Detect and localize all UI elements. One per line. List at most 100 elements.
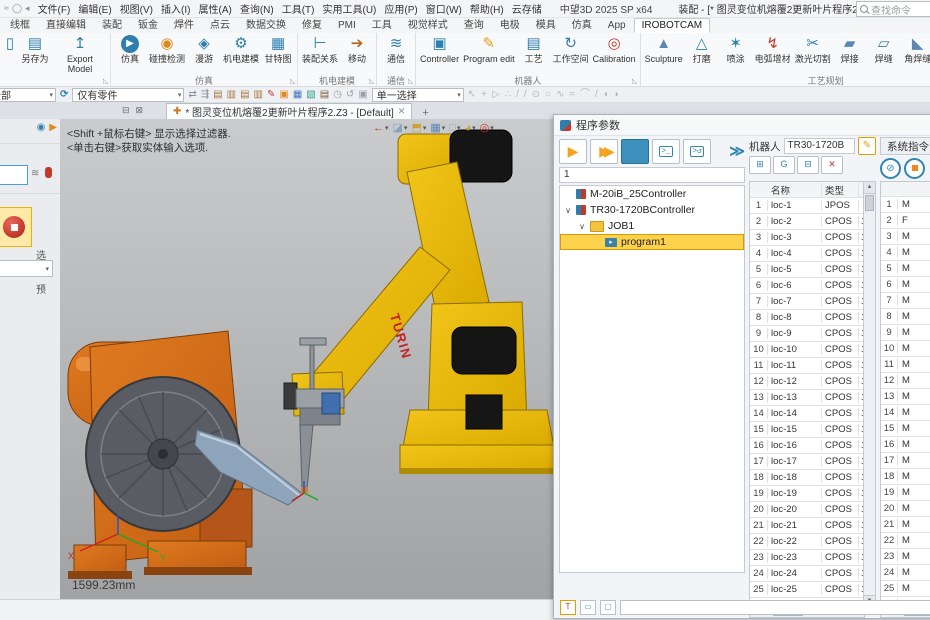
ribbon-tab-IROBOTCAM[interactable]: IROBOTCAM — [634, 18, 711, 33]
ribbon-button-Program edit[interactable]: ✎Program edit — [461, 34, 517, 64]
selection-mode-combobox[interactable]: 单一选择▾ — [372, 88, 464, 102]
table-row[interactable]: 17M — [881, 453, 930, 469]
scope-combobox[interactable]: 全部▾ — [0, 88, 56, 102]
table-row[interactable]: 24loc-24CPOS1 — [750, 566, 864, 582]
table-row[interactable]: 15M — [881, 421, 930, 437]
table-row[interactable]: 7loc-7CPOS1 — [750, 294, 864, 310]
close-pane-icon[interactable]: ⊠ — [136, 105, 144, 116]
table-row[interactable]: 11M — [881, 357, 930, 373]
dialog-launcher-icon[interactable]: ◿ — [632, 77, 637, 85]
play-button[interactable]: ▶ — [559, 139, 587, 164]
table-row[interactable]: 3loc-3CPOS1 — [750, 230, 864, 246]
tree-item-TR30-1720BController[interactable]: ∨TR30-1720BController — [560, 202, 744, 218]
teach-pendant-icon[interactable]: T — [560, 600, 576, 615]
add-group-button[interactable]: G — [773, 156, 795, 174]
ribbon-button-喷涂[interactable]: ✶喷涂 — [719, 34, 753, 64]
filter-icon[interactable]: ≋ — [31, 168, 39, 179]
customize-icon[interactable]: ≈ — [4, 3, 9, 14]
target-icon[interactable]: ◎▾ — [479, 121, 495, 134]
terminal-loop-button[interactable]: >↺ — [683, 139, 711, 164]
collapse-icon[interactable]: ◂ — [25, 3, 30, 14]
ribbon-tab-工具[interactable]: 工具 — [364, 14, 400, 33]
ribbon-tab-模具[interactable]: 模具 — [528, 14, 564, 33]
ribbon-button-角焊缝[interactable]: ◣角焊缝 — [901, 34, 930, 64]
document-tab[interactable]: ✚ * 图灵变位机熔覆2更新叶片程序2.Z3 - [Default] ✕ — [166, 103, 412, 119]
table-row[interactable]: 13loc-13CPOS1 — [750, 390, 864, 406]
pin-icon[interactable]: ▶ — [49, 122, 57, 133]
close-tab-icon[interactable]: ✕ — [398, 106, 406, 117]
table-row[interactable]: 5M — [881, 261, 930, 277]
command-search-input[interactable]: 查找命令 — [856, 1, 930, 17]
dialog-launcher-icon[interactable]: ◿ — [290, 77, 295, 85]
layer-icon-4[interactable]: ▥ — [253, 88, 264, 101]
table-row[interactable]: 8loc-8CPOS1 — [750, 310, 864, 326]
tree-item-program1[interactable]: ▸program1 — [560, 234, 744, 250]
brush-icon[interactable]: ✎ — [266, 88, 276, 101]
ribbon-tab-焊件[interactable]: 焊件 — [166, 14, 202, 33]
caret-down-icon[interactable]: ∨ — [578, 222, 586, 231]
book-icon[interactable]: ▤ — [319, 88, 330, 101]
ribbon-button-机电建模[interactable]: ⚙机电建模 — [221, 34, 261, 64]
add-move-button[interactable]: ⊟ — [797, 156, 819, 174]
window-icon[interactable]: ▢ — [600, 600, 616, 615]
table-row[interactable]: 4loc-4CPOS1 — [750, 246, 864, 262]
ribbon-button-焊缝[interactable]: ▱焊缝 — [867, 34, 901, 64]
table-row[interactable]: 1loc-1JPOS — [750, 198, 864, 214]
table-row[interactable]: 6M — [881, 277, 930, 293]
ribbon-tab-点云[interactable]: 点云 — [202, 14, 238, 33]
add-location-button[interactable]: ⊞ — [749, 156, 771, 174]
table-row[interactable]: 2F — [881, 213, 930, 229]
scroll-thumb[interactable] — [865, 195, 874, 211]
table-row[interactable]: 22loc-22CPOS1 — [750, 534, 864, 550]
tree-item-M-20iB_25Controller[interactable]: M-20iB_25Controller — [560, 186, 744, 202]
table-row[interactable]: 25loc-25CPOS1 — [750, 582, 864, 598]
ribbon-button-焊接[interactable]: ▰焊接 — [833, 34, 867, 64]
ribbon-button-电弧增材[interactable]: ↯电弧增材 — [753, 34, 793, 64]
ribbon-tab-修复[interactable]: 修复 — [294, 14, 330, 33]
table-row[interactable]: 12M — [881, 373, 930, 389]
new-tab-button[interactable]: + — [418, 107, 432, 119]
table-row[interactable]: 21M — [881, 517, 930, 533]
delete-location-button[interactable]: ✕ — [821, 156, 843, 174]
table-row[interactable]: 22M — [881, 533, 930, 549]
ribbon-tab-钣金[interactable]: 钣金 — [130, 14, 166, 33]
ribbon-tab-查询[interactable]: 查询 — [456, 14, 492, 33]
wireframe-cube-icon[interactable]: ▦▾ — [429, 121, 446, 134]
table-row[interactable]: 13M — [881, 389, 930, 405]
record-button[interactable] — [3, 216, 25, 238]
table-row[interactable]: 21loc-21CPOS1 — [750, 518, 864, 534]
table-row[interactable]: 6loc-6CPOS1 — [750, 278, 864, 294]
ribbon-tab-视觉样式[interactable]: 视觉样式 — [400, 14, 456, 33]
locations-vscrollbar[interactable]: ▲ ▼ — [863, 181, 876, 608]
caret-down-icon[interactable]: ∨ — [564, 206, 572, 215]
ribbon-tab-仿真[interactable]: 仿真 — [564, 14, 600, 33]
table-row[interactable]: 14loc-14CPOS1 — [750, 406, 864, 422]
appearance-icon[interactable]: ◕▾ — [463, 122, 476, 134]
folder-icon[interactable]: ▣ — [278, 88, 289, 101]
table-row[interactable]: 9loc-9CPOS1 — [750, 326, 864, 342]
ribbon-button-通信[interactable]: ≋通信 — [379, 34, 413, 64]
ribbon-tab-线框[interactable]: 线框 — [2, 14, 38, 33]
ribbon-button-打磨[interactable]: △打磨 — [685, 34, 719, 64]
panel-message-field[interactable] — [620, 600, 930, 615]
disable-command-button[interactable]: ⊘ — [880, 158, 901, 179]
table-row[interactable]: 20M — [881, 501, 930, 517]
anchor-icon[interactable]: ⇶ — [200, 88, 210, 101]
table-row[interactable]: 8M — [881, 309, 930, 325]
table-row[interactable]: 16loc-16CPOS1 — [750, 438, 864, 454]
ribbon-button-Controller[interactable]: ▣Controller — [418, 34, 461, 64]
microphone-icon[interactable] — [45, 167, 52, 178]
table-row[interactable]: 19M — [881, 485, 930, 501]
ribbon-tab-装配[interactable]: 装配 — [94, 14, 130, 33]
table-row[interactable]: 7M — [881, 293, 930, 309]
table-row[interactable]: 23M — [881, 549, 930, 565]
table-row[interactable]: 9M — [881, 325, 930, 341]
table-row[interactable]: 20loc-20CPOS1 — [750, 502, 864, 518]
teach-export-button[interactable]: ✎ — [858, 137, 876, 155]
link-icon[interactable]: ⇄ — [187, 88, 197, 101]
layer-icon-2[interactable]: ▥ — [226, 88, 237, 101]
exit-icon[interactable]: ←▾ — [372, 122, 390, 134]
box-icon[interactable]: ▣ — [357, 88, 368, 101]
tree-item-JOB1[interactable]: ∨JOB1 — [560, 218, 744, 234]
refresh-icon[interactable]: ⟳ — [59, 88, 69, 101]
